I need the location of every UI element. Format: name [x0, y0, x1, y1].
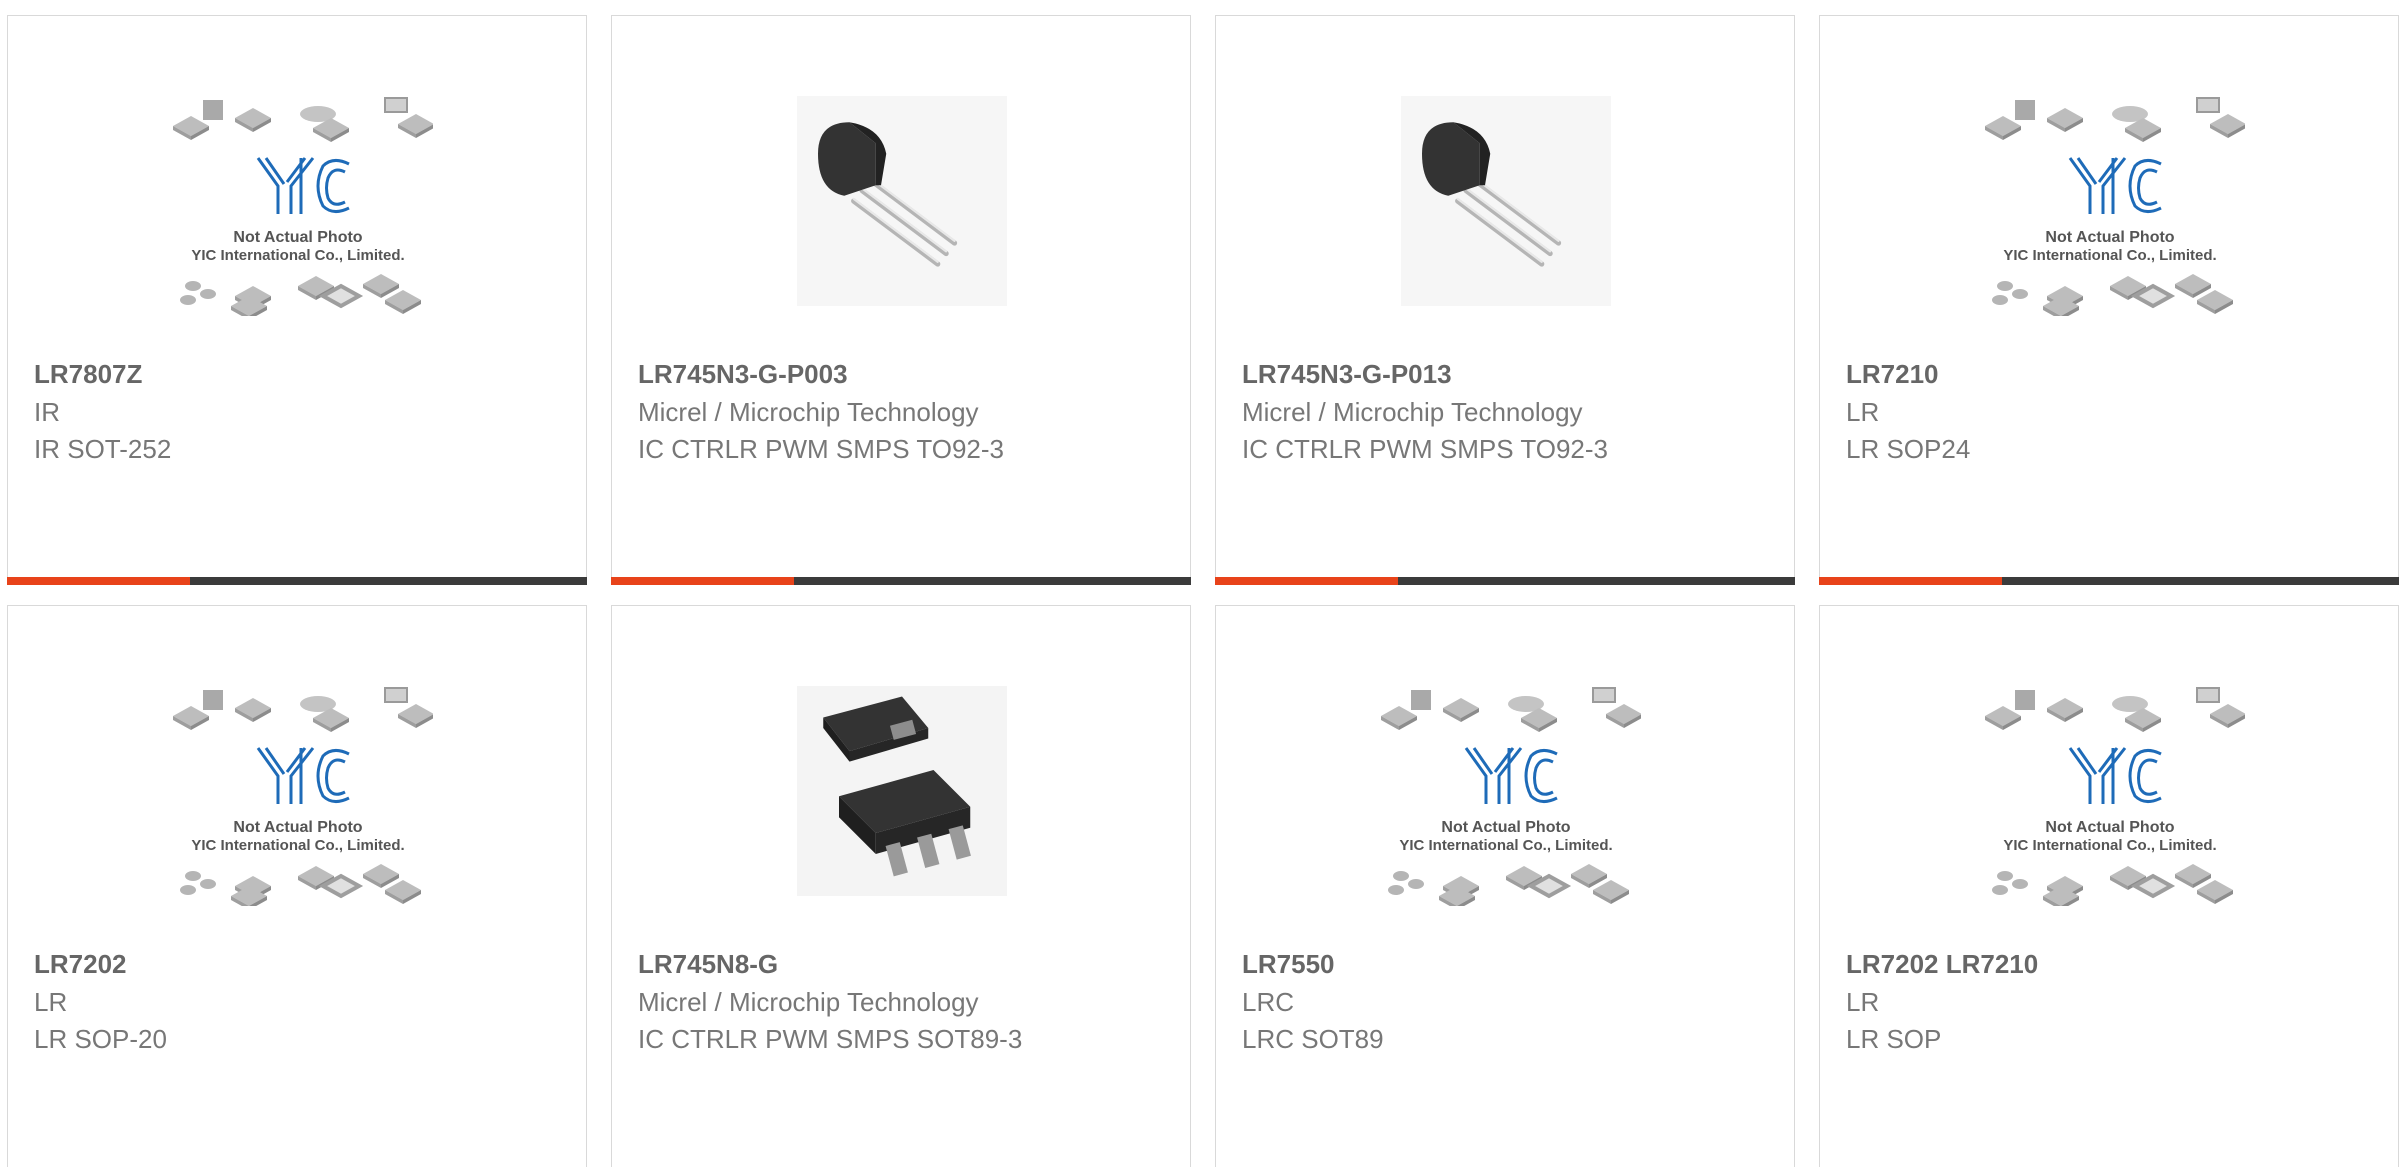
- part-number[interactable]: LR745N8-G: [638, 949, 778, 980]
- placeholder-yic-icon[interactable]: Not Actual Photo YIC International Co., …: [148, 671, 448, 911]
- manufacturer: LR: [34, 987, 68, 1017]
- card-bottom-bar: [611, 577, 1191, 585]
- placeholder-line1: Not Actual Photo: [233, 819, 362, 836]
- product-card[interactable]: LR745N8-G Micrel / Microchip Technology …: [611, 605, 1191, 1167]
- placeholder-line2: YIC International Co., Limited.: [191, 837, 404, 854]
- manufacturer: Micrel / Microchip Technology: [638, 987, 979, 1017]
- sot89-package-icon[interactable]: [752, 671, 1052, 911]
- product-card[interactable]: Not Actual Photo YIC International Co., …: [1819, 15, 2399, 585]
- part-number[interactable]: LR7202 LR7210: [1846, 949, 2038, 980]
- part-number[interactable]: LR745N3-G-P003: [638, 359, 848, 390]
- card-bottom-bar: [1819, 577, 2399, 585]
- manufacturer: LR: [1846, 397, 1880, 427]
- manufacturer: Micrel / Microchip Technology: [1242, 397, 1583, 427]
- part-number[interactable]: LR7210: [1846, 359, 1939, 390]
- product-card[interactable]: Not Actual Photo YIC International Co., …: [7, 15, 587, 585]
- card-bar-accent: [1819, 577, 2002, 585]
- placeholder-line1: Not Actual Photo: [2045, 819, 2174, 836]
- placeholder-line1: Not Actual Photo: [1441, 819, 1570, 836]
- placeholder-line1: Not Actual Photo: [2045, 229, 2174, 246]
- product-card[interactable]: Not Actual Photo YIC International Co., …: [1215, 605, 1795, 1167]
- card-bar-accent: [1215, 577, 1398, 585]
- product-card[interactable]: LR745N3-G-P013 Micrel / Microchip Techno…: [1215, 15, 1795, 585]
- placeholder-line2: YIC International Co., Limited.: [191, 247, 404, 264]
- card-bar-accent: [7, 577, 190, 585]
- manufacturer: LRC: [1242, 987, 1295, 1017]
- manufacturer: IR: [34, 397, 60, 427]
- manufacturer: Micrel / Microchip Technology: [638, 397, 979, 427]
- to92-transistor-icon[interactable]: [1356, 81, 1656, 321]
- part-number[interactable]: LR745N3-G-P013: [1242, 359, 1452, 390]
- placeholder-line1: Not Actual Photo: [233, 229, 362, 246]
- description: LR SOP: [1846, 1024, 1942, 1054]
- description: LR SOP24: [1846, 434, 1971, 464]
- placeholder-line2: YIC International Co., Limited.: [2003, 837, 2216, 854]
- manufacturer: LR: [1846, 987, 1880, 1017]
- description: IR SOT-252: [34, 434, 172, 464]
- placeholder-yic-icon[interactable]: Not Actual Photo YIC International Co., …: [1960, 81, 2260, 321]
- product-card[interactable]: Not Actual Photo YIC International Co., …: [7, 605, 587, 1167]
- product-card[interactable]: Not Actual Photo YIC International Co., …: [1819, 605, 2399, 1167]
- placeholder-yic-icon[interactable]: Not Actual Photo YIC International Co., …: [148, 81, 448, 321]
- card-bottom-bar: [1215, 577, 1795, 585]
- placeholder-line2: YIC International Co., Limited.: [2003, 247, 2216, 264]
- to92-transistor-icon[interactable]: [752, 81, 1052, 321]
- part-number[interactable]: LR7807Z: [34, 359, 142, 390]
- placeholder-line2: YIC International Co., Limited.: [1399, 837, 1612, 854]
- product-card[interactable]: LR745N3-G-P003 Micrel / Microchip Techno…: [611, 15, 1191, 585]
- placeholder-yic-icon[interactable]: Not Actual Photo YIC International Co., …: [1356, 671, 1656, 911]
- description: IC CTRLR PWM SMPS TO92-3: [1242, 434, 1608, 464]
- card-bar-accent: [611, 577, 794, 585]
- description: IC CTRLR PWM SMPS SOT89-3: [638, 1024, 1023, 1054]
- placeholder-yic-icon[interactable]: Not Actual Photo YIC International Co., …: [1960, 671, 2260, 911]
- card-bottom-bar: [7, 577, 587, 585]
- part-number[interactable]: LR7202: [34, 949, 127, 980]
- part-number[interactable]: LR7550: [1242, 949, 1335, 980]
- description: IC CTRLR PWM SMPS TO92-3: [638, 434, 1004, 464]
- description: LR SOP-20: [34, 1024, 167, 1054]
- description: LRC SOT89: [1242, 1024, 1384, 1054]
